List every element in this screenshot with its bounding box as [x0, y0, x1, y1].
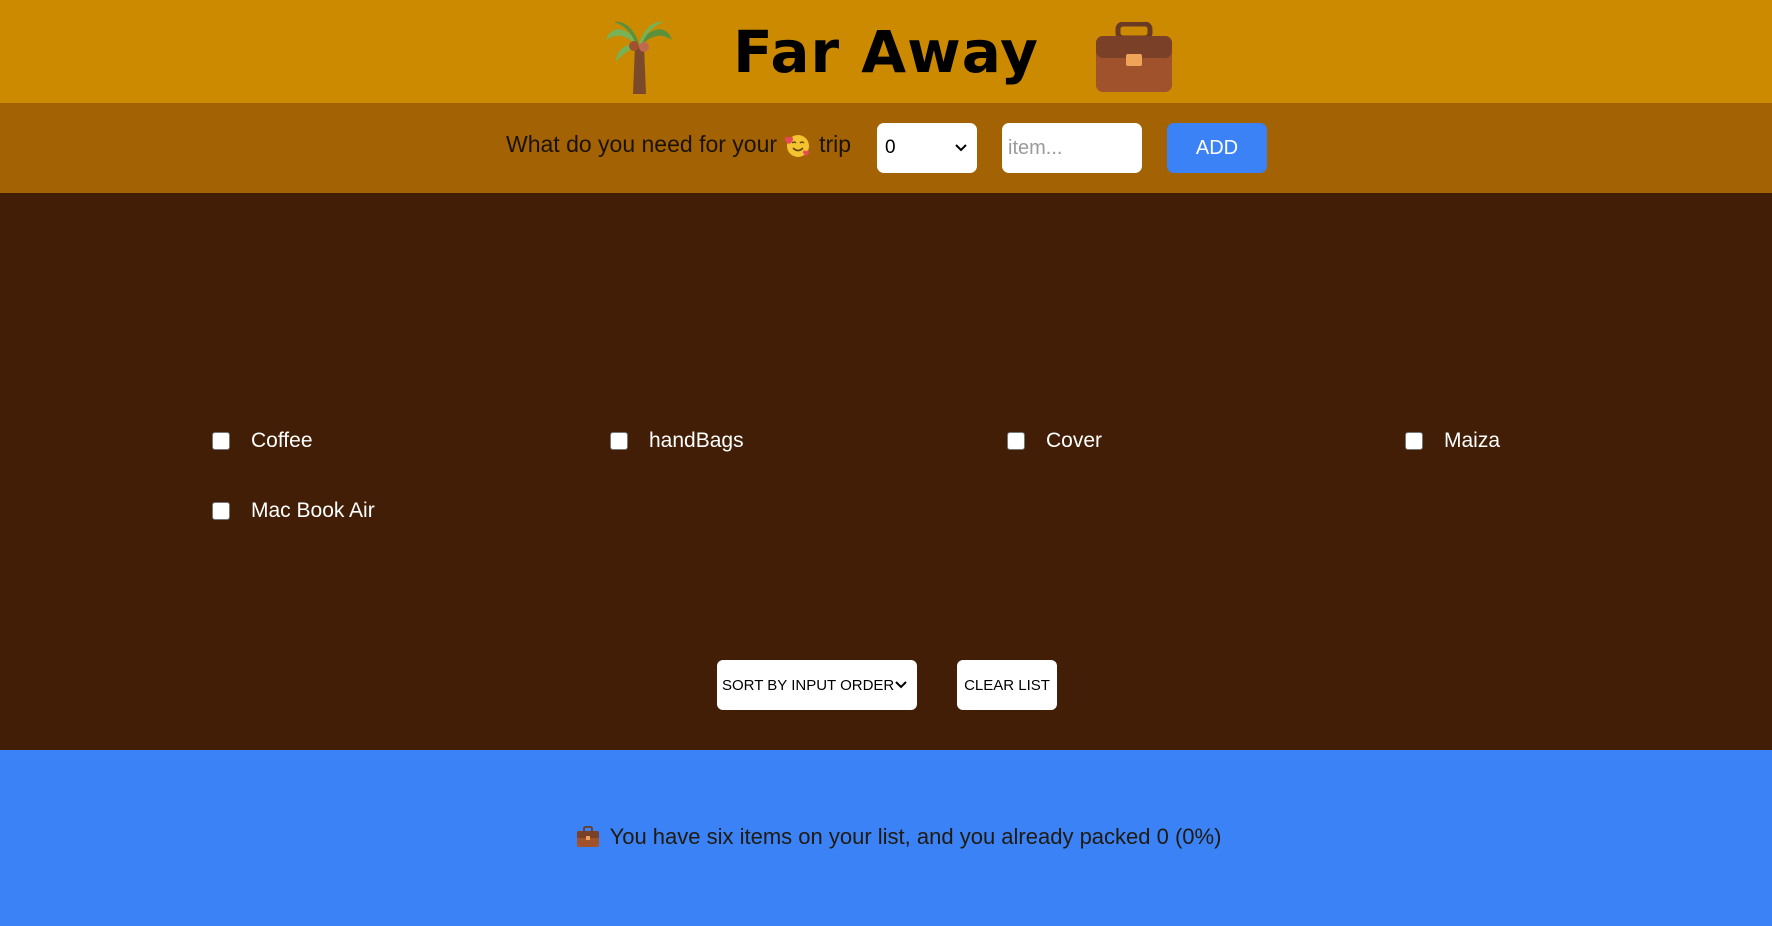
chevron-down-icon: [895, 681, 907, 689]
app-title: Far Away: [733, 17, 1039, 86]
form-label-before: What do you need for your: [506, 131, 778, 157]
item-label: Cover: [1046, 429, 1103, 452]
palm-tree-icon: [604, 16, 674, 94]
briefcase-icon: [1094, 21, 1174, 94]
stats-footer: You have six items on your list, and you…: [0, 750, 1772, 926]
form-label: What do you need for your trip: [506, 131, 851, 158]
packed-checkbox[interactable]: [212, 432, 230, 450]
list-item: Coffee: [212, 426, 313, 456]
item-label: Mac Book Air: [251, 499, 375, 522]
app: Far Away What do you need for your trip …: [0, 0, 1772, 926]
chevron-down-icon: [955, 144, 967, 152]
packed-checkbox[interactable]: [212, 502, 230, 520]
item-input[interactable]: [1002, 123, 1142, 173]
packed-checkbox[interactable]: [1007, 432, 1025, 450]
sort-select-value: SORT BY INPUT ORDER: [722, 676, 895, 694]
packed-checkbox[interactable]: [610, 432, 628, 450]
stats-summary: You have six items on your list, and you…: [576, 824, 1222, 850]
add-button[interactable]: ADD: [1167, 123, 1267, 173]
list-item: Cover: [1007, 426, 1102, 456]
list-item: Maiza: [1405, 426, 1500, 456]
add-item-form: What do you need for your trip 0 ADD: [0, 103, 1772, 193]
clear-list-button[interactable]: CLEAR LIST: [957, 660, 1057, 710]
stats-text: You have six items on your list, and you…: [609, 824, 1222, 849]
sort-select[interactable]: SORT BY INPUT ORDER: [717, 660, 917, 710]
quantity-select[interactable]: 0: [877, 123, 977, 173]
list-item: Mac Book Air: [212, 496, 375, 526]
packed-checkbox[interactable]: [1405, 432, 1423, 450]
smiling-face-with-hearts-icon: [785, 132, 811, 158]
briefcase-icon: [576, 826, 599, 847]
item-label: handBags: [649, 429, 744, 452]
item-label: Coffee: [251, 429, 313, 452]
header: Far Away: [0, 0, 1772, 103]
item-label: Maiza: [1444, 429, 1501, 452]
form-label-after: trip: [819, 131, 852, 157]
list-item: handBags: [610, 426, 744, 456]
quantity-select-value: 0: [885, 137, 896, 158]
